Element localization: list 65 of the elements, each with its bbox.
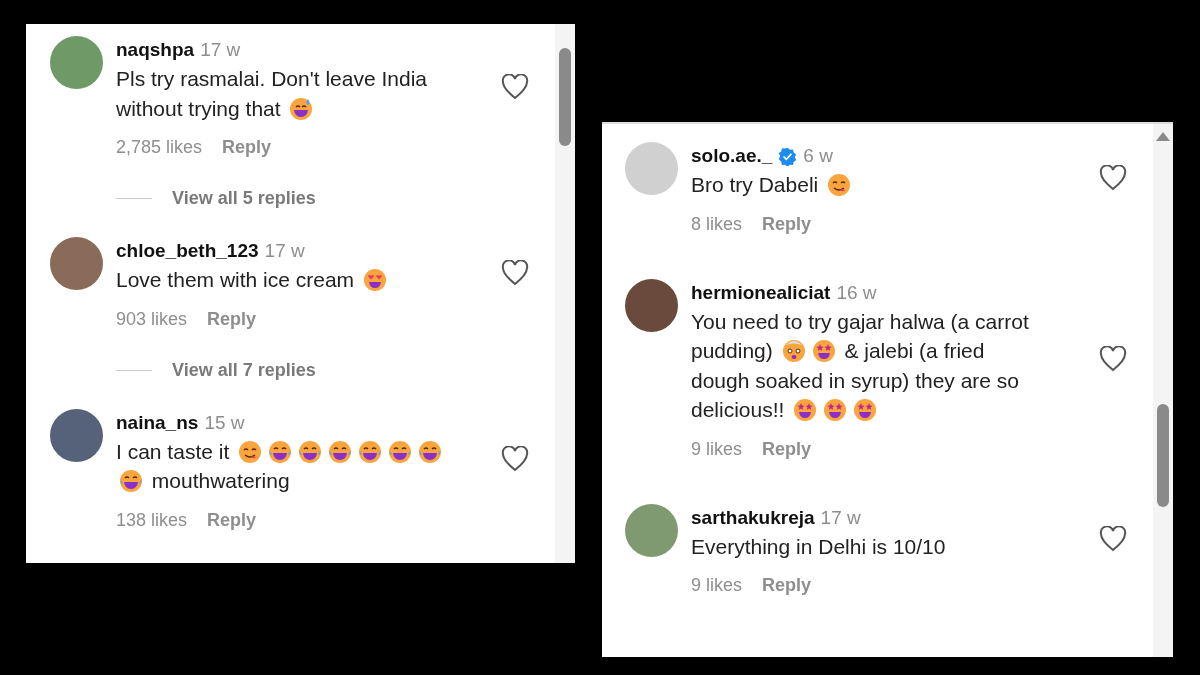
emoji-icon <box>853 398 878 422</box>
reply-button[interactable]: Reply <box>222 137 272 158</box>
like-heart-icon[interactable] <box>1099 526 1127 553</box>
comment-text: Pls try rasmalai. Don't leave India without trying that <box>116 66 428 123</box>
scrollbar[interactable] <box>1153 124 1173 657</box>
emoji-icon <box>811 339 836 363</box>
like-count: 903 likes <box>116 308 188 330</box>
scroll-up-arrow-icon <box>1156 132 1170 141</box>
view-replies-link[interactable]: View all 5 replies <box>172 188 316 209</box>
like-count: 9 likes <box>691 575 743 596</box>
avatar-photo <box>625 278 678 332</box>
emoji-icon <box>268 439 293 464</box>
timestamp: 15 w <box>204 411 245 434</box>
timestamp: 17 w <box>200 39 241 61</box>
timestamp: 17 w <box>264 240 305 262</box>
avatar-photo <box>50 408 103 462</box>
comment-text: I can taste it mouthwatering <box>116 436 471 496</box>
username[interactable]: naina_ns <box>116 411 199 434</box>
comment-text: Everything in Delhi is 10/10 <box>691 533 947 560</box>
reply-button[interactable]: Reply <box>207 509 257 531</box>
emoji-icon <box>418 439 443 464</box>
avatar-photo <box>50 237 103 290</box>
emoji-icon <box>289 96 314 121</box>
emoji-icon <box>119 469 143 493</box>
username[interactable]: sarthakukreja <box>691 506 815 529</box>
emoji-icon <box>238 439 263 464</box>
reply-button[interactable]: Reply <box>762 438 812 460</box>
emoji-icon <box>781 339 806 363</box>
emoji-icon <box>362 268 387 292</box>
like-heart-icon[interactable] <box>1099 164 1127 191</box>
like-heart-icon[interactable] <box>501 73 529 100</box>
timestamp: 6 w <box>803 145 833 167</box>
like-heart-icon[interactable] <box>501 259 529 286</box>
view-replies-link[interactable]: View all 7 replies <box>172 359 316 381</box>
username[interactable]: chloe_beth_123 <box>116 240 259 262</box>
comment-text: Love them with ice cream <box>116 265 471 295</box>
reply-button[interactable]: Reply <box>762 213 812 235</box>
username[interactable]: hermionealiciat <box>691 281 831 304</box>
emoji-icon <box>388 439 413 464</box>
scrollbar[interactable] <box>555 24 575 563</box>
emoji-icon <box>793 398 818 422</box>
emoji-icon <box>823 398 848 422</box>
like-count: 9 likes <box>691 438 743 460</box>
emoji-icon <box>827 173 852 197</box>
scrollbar-thumb[interactable] <box>559 48 571 146</box>
comment-text: You need to try gajar halwa (a carrot pudding) & jalebi (a fried dough soaked in syrup) they are so delicious!! <box>691 308 1030 424</box>
reply-button[interactable]: Reply <box>762 575 812 596</box>
like-count: 2,785 likes <box>116 137 203 158</box>
username[interactable]: naqshpa <box>116 39 195 61</box>
like-count: 138 likes <box>116 509 188 531</box>
emoji-icon <box>358 439 383 464</box>
avatar-photo <box>625 503 678 557</box>
like-count: 8 likes <box>691 213 743 235</box>
emoji-icon <box>298 439 323 464</box>
timestamp: 16 w <box>836 281 877 304</box>
timestamp: 17 w <box>820 506 861 529</box>
reply-button[interactable]: Reply <box>207 308 257 330</box>
like-heart-icon[interactable] <box>501 446 529 472</box>
comment-text: Bro try Dabeli <box>691 170 1041 200</box>
username[interactable]: solo.ae._ <box>691 145 773 167</box>
scrollbar-thumb[interactable] <box>1157 404 1169 507</box>
avatar-photo <box>625 142 678 195</box>
avatar-photo <box>50 36 103 89</box>
emoji-icon <box>328 439 353 464</box>
like-heart-icon[interactable] <box>1099 345 1127 372</box>
